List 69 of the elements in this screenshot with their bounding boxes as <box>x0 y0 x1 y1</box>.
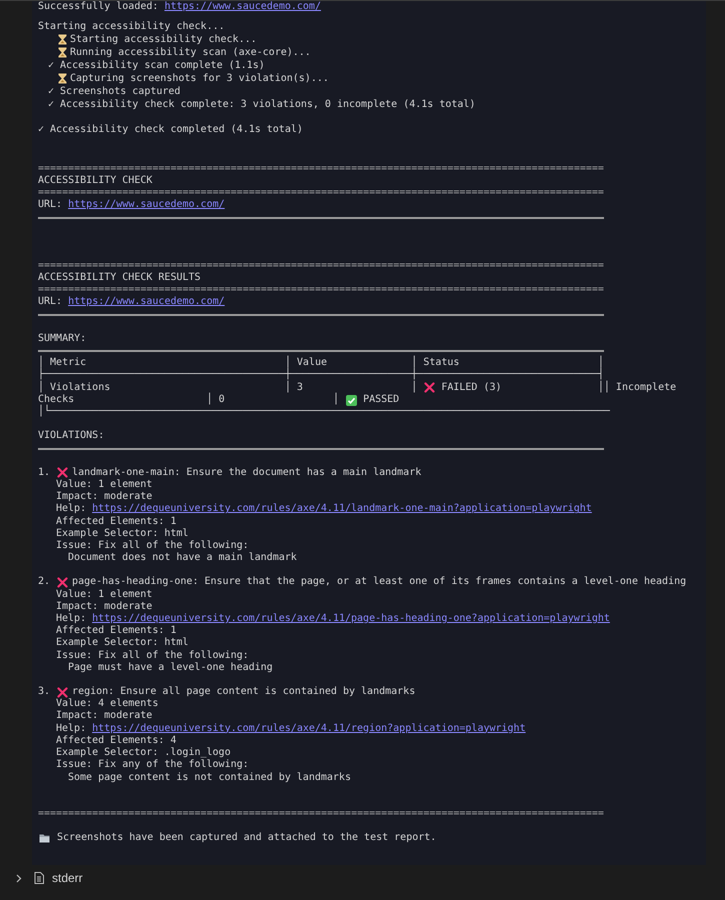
log-text: Capturing screenshots for 3 violation(s)... <box>70 72 329 85</box>
item-number: 2. <box>38 576 50 589</box>
check-mark: ✓ <box>48 98 54 111</box>
violation-title: page-has-heading-one: Ensure that the page, or at least one of its frames contains a level-one heading <box>72 576 686 589</box>
table-text: │ Violations │ 3 │ <box>38 382 418 393</box>
detail-text: Affected Elements: 1 <box>56 516 176 528</box>
detail-text: Some page content is not contained by landmarks <box>68 772 351 784</box>
detail-text: Example Selector: html <box>56 528 188 540</box>
detail-text: Impact: moderate <box>56 491 152 503</box>
log-text: Accessibility check complete: 3 violations, 0 incomplete (4.1s total) <box>60 98 476 111</box>
log-line: Starting accessibility check... <box>38 21 225 34</box>
check-mark: ✓ <box>48 86 54 98</box>
section-title: ACCESSIBILITY CHECK <box>38 174 152 188</box>
log-text: Screenshots have been captured and attached to the test report. <box>57 832 436 844</box>
url-link[interactable]: https://dequeuniversity.com/rules/axe/4.11/page-has-heading-one?application=playwright <box>92 613 610 624</box>
detail-text: Issue: Fix all of the following: <box>56 650 249 662</box>
detail-text: Issue: Fix any of the following: <box>56 759 249 772</box>
violation-title: region: Ensure all page content is contained by landmarks <box>72 686 416 698</box>
detail-text: Example Selector: .login_logo <box>56 747 231 759</box>
url-link[interactable]: https://www.saucedemo.com/ <box>68 296 225 308</box>
url-line: URL: https://www.saucedemo.com/ <box>38 296 226 308</box>
check-mark: ✓ <box>48 60 54 72</box>
file-icon <box>34 872 44 884</box>
help-line: Help: https://dequeuniversity.com/rules/axe/4.11/page-has-heading-one?application=playwright <box>55 613 611 625</box>
table-text: │└───────────────────────────────────────────────────────────────────────────────────────────── <box>38 406 610 418</box>
detail-text: Affected Elements: 1 <box>56 625 176 637</box>
section-title: ACCESSIBILITY CHECK RESULTS <box>38 272 201 284</box>
check-mark: ✓ <box>38 124 44 137</box>
detail-text: Impact: moderate <box>56 600 152 613</box>
detail-text: Issue: Fix all of the following: <box>56 540 249 552</box>
help-line: Help: https://dequeuniversity.com/rules/axe/4.11/landmark-one-main?application=playwright <box>55 503 593 516</box>
detail-text: Value: 1 element <box>56 588 152 601</box>
item-number: 3. <box>38 686 50 698</box>
url-link[interactable]: https://dequeuniversity.com/rules/axe/4.11/landmark-one-main?application=playwright <box>92 503 592 514</box>
section-title: SUMMARY: <box>38 332 86 345</box>
url-line: URL: https://www.saucedemo.com/ <box>38 199 226 212</box>
detail-text: Value: 4 elements <box>56 698 158 710</box>
item-number: 1. <box>38 466 50 480</box>
detail-text: Example Selector: html <box>56 637 188 650</box>
separator-line: ============================================================================================== <box>38 284 604 296</box>
log-line: Successfully loaded: https://www.saucedemo.com/ <box>38 1 322 14</box>
folder-icon <box>38 832 50 844</box>
log-text: Screenshots captured <box>60 86 180 98</box>
section-title: VIOLATIONS: <box>38 430 104 443</box>
log-text: Accessibility scan complete (1.1s) <box>60 60 265 72</box>
log-text: Running accessibility scan (axe-core)... <box>70 46 311 59</box>
detail-text: Document does not have a main landmark <box>68 552 297 564</box>
detail-text: Affected Elements: 4 <box>56 734 176 747</box>
detail-text: Impact: moderate <box>56 710 152 723</box>
detail-text: Value: 1 element <box>56 479 152 491</box>
url-link[interactable]: https://www.saucedemo.com/ <box>68 199 225 210</box>
violation-title: landmark-one-main: Ensure the document has a main landmark <box>72 466 422 479</box>
help-line: Help: https://dequeuniversity.com/rules/axe/4.11/region?application=playwright <box>55 722 527 735</box>
url-link[interactable]: https://dequeuniversity.com/rules/axe/4.11/region?application=playwright <box>92 722 526 734</box>
log-text: Accessibility check completed (4.1s total) <box>50 124 303 137</box>
log-text: Starting accessibility check... <box>70 34 257 46</box>
url-link[interactable]: https://www.saucedemo.com/ <box>164 1 321 12</box>
stderr-toggle[interactable]: stderr <box>16 869 83 887</box>
table-text: │ Metric │ Value │ Status │ <box>38 357 604 368</box>
table-text: Checks │ 0 │ <box>38 394 340 405</box>
table-text: PASSED <box>363 394 400 405</box>
separator-line: ============================================================================================== <box>38 808 604 820</box>
table-text: ├────────────────────────────────────────┼────────────────────┼──────────────────────────────┤ <box>38 369 604 380</box>
table-text: FAILED (3) ││ Incomplete <box>440 382 676 394</box>
separator-line: ============================================================================================== <box>38 162 604 175</box>
separator-line: ============================================================================================== <box>38 187 604 199</box>
chevron-icon <box>16 874 22 882</box>
separator-line: ============================================================================================== <box>38 260 604 272</box>
detail-text: Page must have a level-one heading <box>68 662 273 674</box>
